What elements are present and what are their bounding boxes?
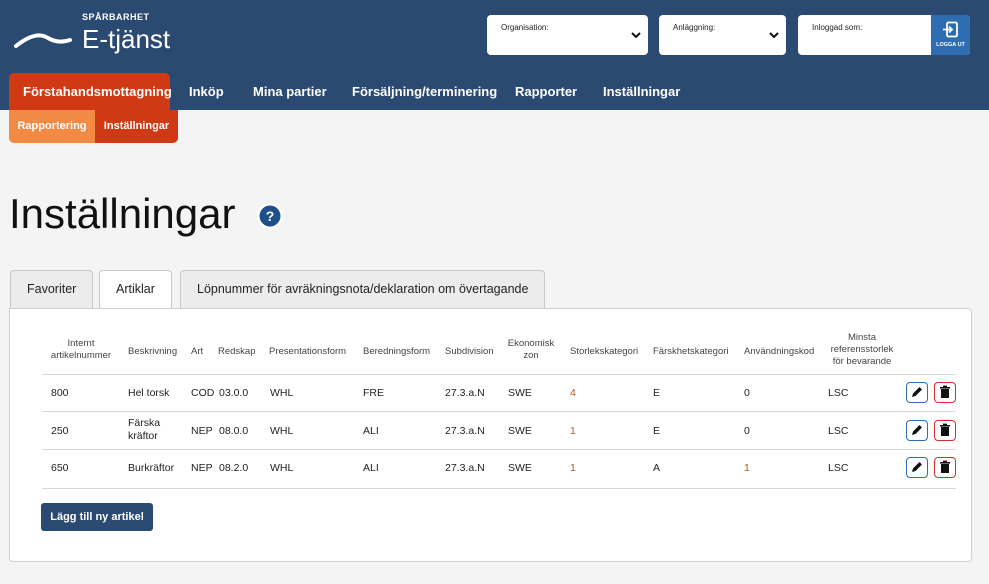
tab-lopnummer[interactable]: Löpnummer för avräkningsnota/deklaration…: [180, 270, 546, 309]
trash-icon: [940, 423, 950, 436]
column-header: Färskhetskategori: [653, 346, 729, 357]
column-header: Subdivision: [445, 346, 494, 357]
cell-storlekskategori: 4: [570, 387, 576, 399]
column-header: Beskrivning: [128, 346, 178, 357]
cell-beskrivning: Burkräftor: [128, 462, 175, 474]
cell-redskap: 08.2.0: [219, 462, 249, 474]
logout-label: LOGGA UT: [936, 42, 965, 48]
cell-subdivision: 27.3.a.N: [445, 462, 485, 474]
cell-beskrivning: Hel torsk: [128, 387, 170, 399]
subnav-item-installningar[interactable]: Inställningar: [95, 110, 178, 143]
edit-button[interactable]: [906, 382, 928, 403]
edit-button[interactable]: [906, 420, 928, 441]
chevron-down-icon: [769, 32, 779, 39]
cell-anvandningskod: 0: [744, 387, 750, 399]
delete-button[interactable]: [934, 457, 956, 478]
anlaggning-label: Anläggning:: [673, 23, 716, 32]
cell-redskap: 03.0.0: [219, 387, 249, 399]
row-divider: [42, 411, 956, 412]
cell-storlekskategori: 1: [570, 462, 576, 474]
delete-button[interactable]: [934, 420, 956, 441]
help-icon[interactable]: ?: [256, 202, 284, 230]
cell-presentationsform: WHL: [270, 462, 294, 474]
delete-button[interactable]: [934, 382, 956, 403]
cell-minsta-referensstorlek: LSC: [828, 425, 849, 437]
add-article-button[interactable]: Lägg till ny artikel: [41, 503, 153, 531]
cell-farskhetskategori: E: [653, 387, 661, 399]
cell-minsta-referensstorlek: LSC: [828, 462, 849, 474]
logo-subtitle: SPÅRBARHET: [82, 12, 150, 22]
organisation-label: Organisation:: [501, 23, 549, 32]
logout-button[interactable]: LOGGA UT: [931, 15, 970, 55]
column-header: Art: [191, 346, 204, 357]
row-divider: [42, 449, 956, 450]
logged-in-label: Inloggad som:: [812, 23, 863, 32]
cell-zon: SWE: [508, 425, 532, 437]
cell-art: COD: [191, 387, 215, 399]
column-header: Minsta referensstorlek för bevarande: [830, 332, 894, 367]
chevron-down-icon: [631, 32, 641, 39]
cell-art: NEP: [191, 425, 213, 437]
cell-zon: SWE: [508, 462, 532, 474]
cell-subdivision: 27.3.a.N: [445, 387, 485, 399]
pencil-icon: [912, 387, 922, 397]
cell-beredningsform: ALI: [363, 462, 379, 474]
cell-beredningsform: FRE: [363, 387, 384, 399]
row-divider: [42, 374, 956, 375]
nav-item-forsaljning[interactable]: Försäljning/terminering: [352, 73, 497, 110]
organisation-select[interactable]: Organisation:: [487, 15, 648, 55]
cell-presentationsform: WHL: [270, 425, 294, 437]
svg-text:?: ?: [266, 208, 275, 224]
cell-beredningsform: ALI: [363, 425, 379, 437]
logged-in-user-box: Inloggad som: LOGGA UT: [798, 15, 970, 55]
app-logo[interactable]: SPÅRBARHET E-tjänst: [14, 8, 174, 58]
cell-artikelnummer: 800: [51, 387, 69, 399]
logo-title: E-tjänst: [82, 24, 171, 54]
cell-beskrivning: Färska kräftor: [128, 417, 161, 442]
page-title: Inställningar: [9, 190, 236, 237]
cell-subdivision: 27.3.a.N: [445, 425, 485, 437]
tab-favoriter[interactable]: Favoriter: [10, 270, 94, 309]
subnav-item-rapportering[interactable]: Rapportering: [9, 110, 95, 143]
edit-button[interactable]: [906, 457, 928, 478]
cell-minsta-referensstorlek: LSC: [828, 387, 849, 399]
pencil-icon: [912, 462, 922, 472]
nav-item-inkop[interactable]: Inköp: [189, 73, 224, 110]
cell-anvandningskod: 1: [744, 462, 750, 474]
column-header: Användningskod: [744, 346, 815, 357]
cell-farskhetskategori: E: [653, 425, 661, 437]
cell-zon: SWE: [508, 387, 532, 399]
trash-icon: [940, 460, 950, 473]
cell-artikelnummer: 250: [51, 425, 69, 437]
cell-presentationsform: WHL: [270, 387, 294, 399]
column-header: Beredningsform: [363, 346, 431, 357]
nav-item-mina-partier[interactable]: Mina partier: [253, 73, 327, 110]
column-header: Ekonomisk zon: [507, 338, 555, 361]
cell-artikelnummer: 650: [51, 462, 69, 474]
trash-icon: [940, 385, 950, 398]
column-header: Storlekskategori: [570, 346, 639, 357]
cell-anvandningskod: 0: [744, 425, 750, 437]
pencil-icon: [912, 425, 922, 435]
anlaggning-select[interactable]: Anläggning:: [659, 15, 786, 55]
swoosh-logo-icon: [14, 33, 72, 48]
column-header: Internt artikelnummer: [50, 338, 112, 361]
row-divider: [42, 488, 956, 489]
tab-artiklar[interactable]: Artiklar: [99, 270, 172, 310]
nav-item-rapporter[interactable]: Rapporter: [515, 73, 577, 110]
main-nav: Förstahandsmottagning Inköp Mina partier…: [0, 73, 989, 110]
column-header: Redskap: [218, 346, 256, 357]
nav-item-installningar[interactable]: Inställningar: [603, 73, 680, 110]
logout-icon: [943, 21, 958, 38]
cell-art: NEP: [191, 462, 213, 474]
nav-item-forstahandsmottagning[interactable]: Förstahandsmottagning: [9, 73, 172, 110]
cell-redskap: 08.0.0: [219, 425, 249, 437]
cell-farskhetskategori: A: [653, 462, 661, 474]
column-header: Presentationsform: [269, 346, 347, 357]
cell-storlekskategori: 1: [570, 425, 576, 437]
